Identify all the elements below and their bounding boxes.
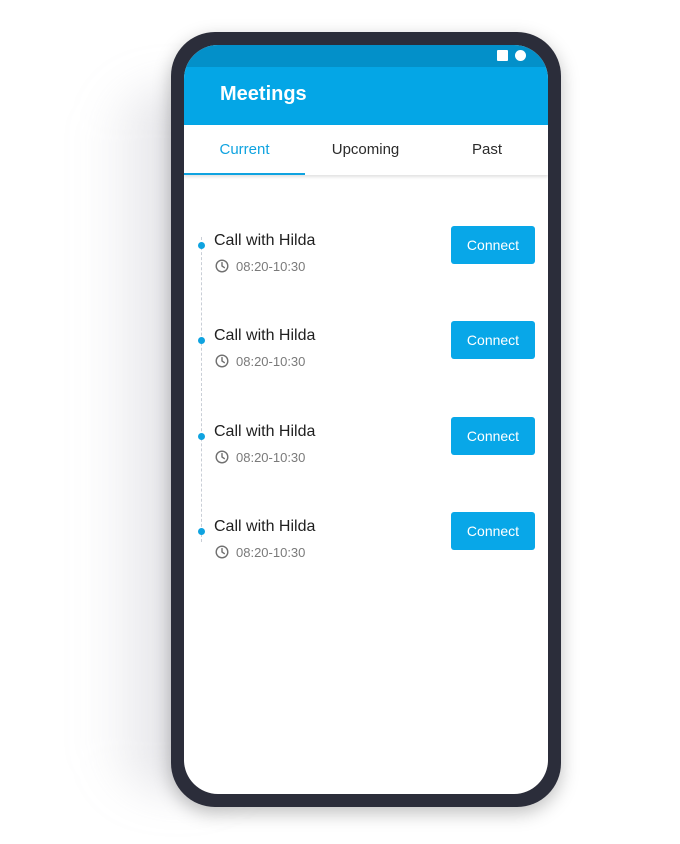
clock-icon [215,545,229,559]
phone-screen: Meetings Current Upcoming Past Call with… [184,45,548,794]
square-icon [497,50,508,61]
phone-frame: Meetings Current Upcoming Past Call with… [171,32,561,807]
tab-past[interactable]: Past [426,125,548,175]
meeting-title: Call with Hilda [214,518,316,535]
meeting-title: Call with Hilda [214,327,316,344]
connect-button[interactable]: Connect [451,226,535,264]
timeline-dot [198,433,205,440]
clock-icon [215,354,229,368]
meeting-title: Call with Hilda [214,423,316,440]
timeline-dot [198,528,205,535]
connect-button[interactable]: Connect [451,321,535,359]
active-tab-indicator [184,173,305,175]
app-bar: Meetings [184,67,548,125]
meeting-time: 08:20-10:30 [236,354,306,369]
meeting-time: 08:20-10:30 [236,259,306,274]
connect-button[interactable]: Connect [451,417,535,455]
list-item: Call with Hilda 08:20-10:30 Connect [184,226,548,292]
list-item: Call with Hilda 08:20-10:30 Connect [184,512,548,578]
meeting-time: 08:20-10:30 [236,545,306,560]
meeting-title: Call with Hilda [214,232,316,249]
connect-button[interactable]: Connect [451,512,535,550]
timeline-dot [198,337,205,344]
page-title: Meetings [220,83,307,105]
clock-icon [215,259,229,273]
circle-icon [515,50,526,61]
tab-bar: Current Upcoming Past [184,125,548,175]
list-item: Call with Hilda 08:20-10:30 Connect [184,417,548,483]
tab-current[interactable]: Current [184,125,305,175]
clock-icon [215,450,229,464]
tab-upcoming[interactable]: Upcoming [305,125,426,175]
status-bar [184,45,548,67]
timeline-dot [198,242,205,249]
meeting-time: 08:20-10:30 [236,450,306,465]
list-item: Call with Hilda 08:20-10:30 Connect [184,321,548,387]
